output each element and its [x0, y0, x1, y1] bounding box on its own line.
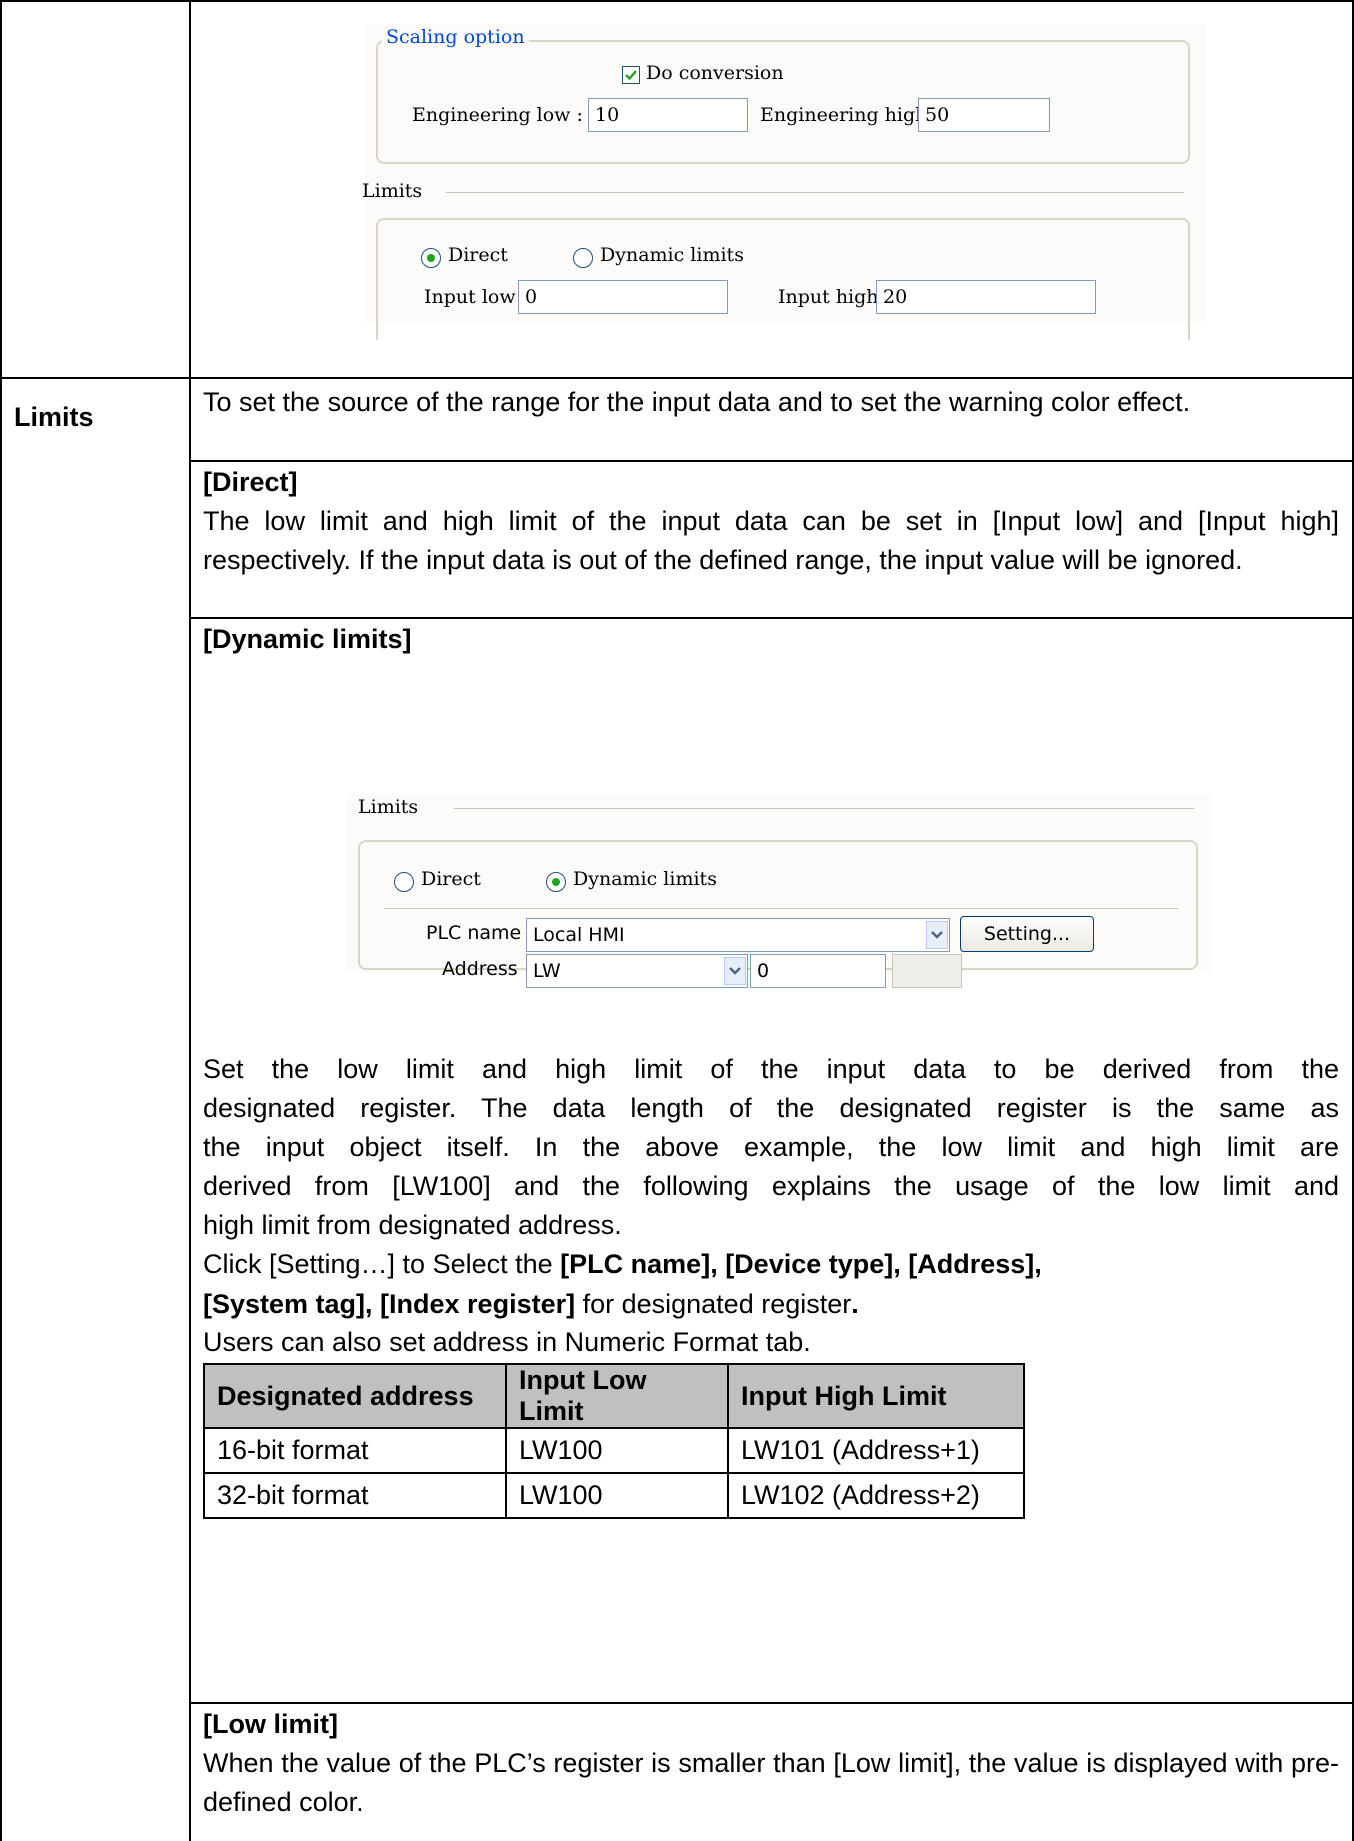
table-cell: LW102 (Address+2) — [727, 1472, 1025, 1519]
setting-button[interactable]: Setting... — [960, 916, 1094, 952]
do-conversion-label: Do conversion — [646, 62, 784, 84]
table-border-left — [0, 0, 2, 1841]
eng-high-label: Engineering high : — [760, 104, 940, 126]
low-limit-body: When the value of the PLC’s register is … — [203, 1748, 1339, 1817]
click-setting-line-1: Click [Setting…] to Select the [PLC name… — [203, 1245, 1339, 1284]
address-table: Designated address Input Low Limit Input… — [203, 1363, 1025, 1519]
radio-direct-label: Direct — [448, 244, 508, 266]
table-cell: 32-bit format — [203, 1472, 507, 1519]
table-row: 32-bit format LW100 LW102 (Address+2) — [203, 1472, 1025, 1519]
chevron-down-icon — [931, 931, 943, 939]
address-label: Address : — [442, 958, 531, 980]
direct-body: The low limit and high limit of the inpu… — [203, 506, 1339, 575]
table-cell: LW100 — [505, 1472, 729, 1519]
dynamic-line-5: high limit from designated address. — [203, 1210, 622, 1240]
low-limit-heading: [Low limit] — [203, 1709, 338, 1739]
dynamic-line-2: designated register. The data length of … — [203, 1093, 1339, 1123]
address-extra-field — [892, 954, 962, 988]
do-conversion-checkbox[interactable] — [622, 66, 640, 84]
users-line: Users can also set address in Numeric Fo… — [203, 1327, 811, 1357]
address-dropdown-button[interactable] — [724, 957, 746, 985]
radio-selected-dot — [427, 254, 435, 262]
header-designated-address: Designated address — [203, 1363, 507, 1429]
click-suffix: for designated register — [575, 1289, 852, 1319]
dynamic-line-1: Set the low limit and high limit of the … — [203, 1054, 1339, 1084]
cell-divider-low-limit — [189, 1702, 1354, 1704]
header-input-high: Input High Limit — [727, 1363, 1025, 1429]
radio-dynamic[interactable] — [573, 248, 593, 268]
cell-divider-dynamic — [189, 617, 1354, 619]
header-input-low: Input Low Limit — [505, 1363, 729, 1429]
dynamic-paragraph: Set the low limit and high limit of the … — [203, 1050, 1339, 1245]
scaling-group-title: Scaling option — [382, 26, 529, 48]
eng-low-label: Engineering low : — [412, 104, 583, 126]
eng-low-input[interactable]: 10 — [588, 98, 748, 132]
click-setting-line-2: [System tag], [Index register] for desig… — [203, 1285, 1339, 1324]
click-prefix: Click [Setting…] to Select the — [203, 1249, 561, 1279]
table-header-row: Designated address Input Low Limit Input… — [203, 1363, 1025, 1429]
input-high-label: Input high : — [778, 286, 891, 308]
click-bold-2: [System tag], [Index register] — [203, 1289, 576, 1319]
dynamic-line-3: the input object itself. In the above ex… — [203, 1132, 1339, 1162]
plc-name-combo[interactable]: Local HMI — [526, 918, 950, 952]
row-label-limits: Limits — [14, 402, 94, 432]
scaling-dialog: Scaling option Do conversion Engineering… — [362, 24, 1206, 340]
table-cell: LW100 — [505, 1427, 729, 1474]
limits-groupbox — [376, 218, 1190, 340]
dyn-limits-separator — [454, 808, 1194, 809]
limits-intro: To set the source of the range for the i… — [203, 387, 1191, 417]
input-high-input[interactable]: 20 — [876, 280, 1096, 314]
table-cell: 16-bit format — [203, 1427, 507, 1474]
chevron-down-icon — [729, 967, 741, 975]
dynamic-heading: [Dynamic limits] — [203, 624, 412, 654]
dyn-radio-dynamic-label: Dynamic limits — [573, 868, 717, 890]
table-border-top — [0, 0, 1354, 2]
radio-selected-dot — [552, 878, 560, 886]
row-divider — [0, 377, 1354, 379]
click-bold-1: [PLC name], [Device type], [Address], — [560, 1249, 1042, 1279]
dyn-limits-title: Limits — [358, 796, 419, 818]
dynamic-line-4: derived from [LW100] and the following e… — [203, 1171, 1339, 1201]
checkmark-icon — [625, 70, 637, 81]
radio-dynamic-label: Dynamic limits — [600, 244, 744, 266]
eng-high-input[interactable]: 50 — [918, 98, 1050, 132]
dynamic-limits-dialog: Limits Direct Dynamic limits PLC name : … — [346, 794, 1212, 988]
table-cell: LW101 (Address+1) — [727, 1427, 1025, 1474]
plc-name-label: PLC name : — [426, 922, 534, 944]
address-type-combo[interactable]: LW — [526, 954, 748, 988]
radio-direct[interactable] — [421, 248, 441, 268]
input-low-label: Input low : — [424, 286, 529, 308]
input-low-input[interactable]: 0 — [518, 280, 728, 314]
click-end: . — [851, 1289, 859, 1319]
scaling-groupbox — [376, 40, 1190, 164]
dyn-radio-direct[interactable] — [394, 872, 414, 892]
dyn-radio-direct-label: Direct — [421, 868, 481, 890]
dyn-inner-separator — [384, 908, 1178, 909]
address-value-input[interactable]: 0 — [750, 954, 886, 988]
limits-title: Limits — [362, 180, 423, 202]
table-row: 16-bit format LW100 LW101 (Address+1) — [203, 1427, 1025, 1474]
plc-dropdown-button[interactable] — [926, 921, 948, 949]
cell-divider-direct — [189, 460, 1354, 462]
column-divider — [189, 0, 191, 1841]
direct-heading: [Direct] — [203, 467, 298, 497]
dyn-radio-dynamic[interactable] — [546, 872, 566, 892]
limits-separator — [446, 192, 1184, 193]
